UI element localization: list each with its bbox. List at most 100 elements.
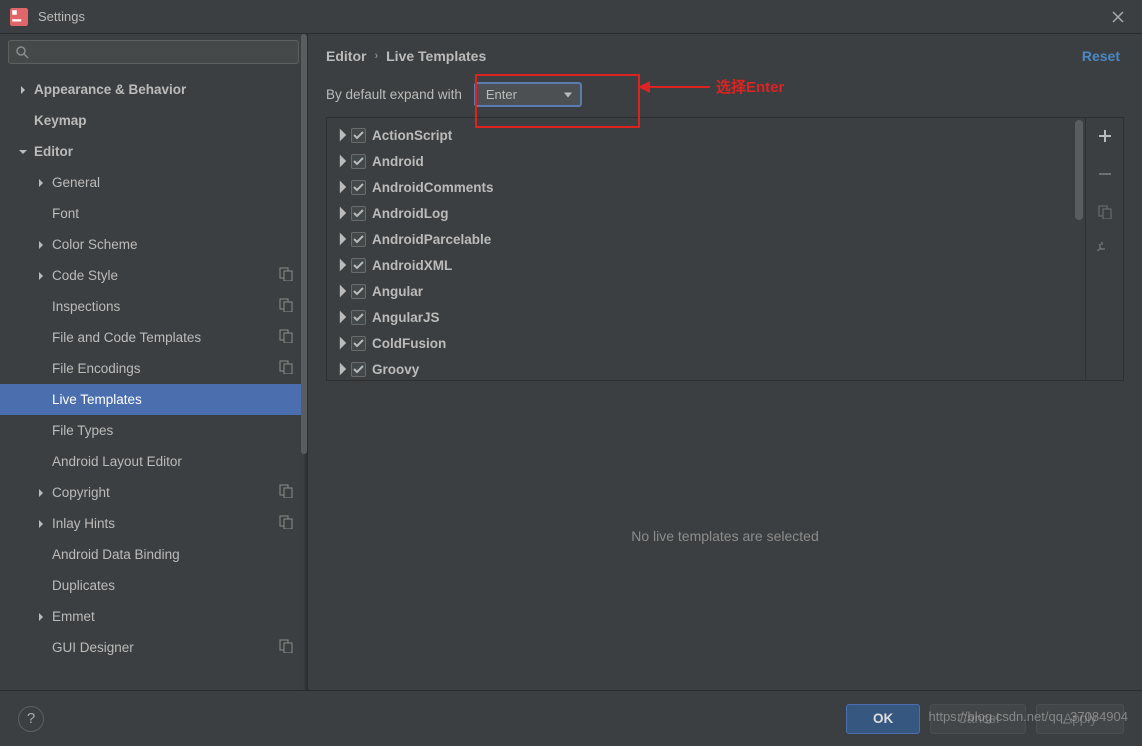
scheme-copy-icon	[279, 298, 293, 315]
sidebar: Appearance & Behavior Keymap Editor General…	[0, 34, 308, 690]
template-group-label: ActionScript	[372, 128, 452, 143]
settings-tree[interactable]: Appearance & Behavior Keymap Editor General…	[0, 70, 307, 690]
tree-label: Duplicates	[52, 578, 307, 593]
sidebar-item-code-style[interactable]: Code Style	[0, 260, 307, 291]
scheme-copy-icon	[279, 267, 293, 284]
tree-arrow-icon	[335, 361, 351, 377]
template-group-label: Angular	[372, 284, 423, 299]
search-input-wrap[interactable]	[8, 40, 299, 64]
checkbox[interactable]	[351, 180, 366, 195]
tree-label: Editor	[34, 144, 307, 159]
breadcrumb-leaf: Live Templates	[386, 48, 486, 64]
checkbox[interactable]	[351, 154, 366, 169]
template-group-label: AndroidComments	[372, 180, 494, 195]
checkbox[interactable]	[351, 362, 366, 377]
template-group-androidcomments[interactable]: AndroidComments	[329, 174, 1083, 200]
sidebar-item-file-encodings[interactable]: File Encodings	[0, 353, 307, 384]
tree-arrow-icon	[335, 205, 351, 221]
expand-dropdown[interactable]: Enter	[474, 82, 582, 107]
template-group-coldfusion[interactable]: ColdFusion	[329, 330, 1083, 356]
template-group-groovy[interactable]: Groovy	[329, 356, 1083, 380]
tree-arrow-icon	[335, 231, 351, 247]
template-group-label: Android	[372, 154, 424, 169]
tree-label: Inspections	[52, 299, 279, 314]
checkbox[interactable]	[351, 258, 366, 273]
tree-arrow-icon	[335, 257, 351, 273]
sidebar-item-keymap[interactable]: Keymap	[0, 105, 307, 136]
button-bar: ? OK Cancel Apply	[0, 690, 1142, 746]
sidebar-item-duplicates[interactable]: Duplicates	[0, 570, 307, 601]
template-group-actionscript[interactable]: ActionScript	[329, 122, 1083, 148]
tree-arrow-icon	[335, 127, 351, 143]
tree-label: General	[52, 175, 307, 190]
tree-arrow-icon	[34, 240, 48, 250]
scheme-copy-icon	[279, 639, 293, 656]
template-group-androidlog[interactable]: AndroidLog	[329, 200, 1083, 226]
checkbox[interactable]	[351, 284, 366, 299]
sidebar-item-appearance-behavior[interactable]: Appearance & Behavior	[0, 74, 307, 105]
sidebar-item-android-layout-editor[interactable]: Android Layout Editor	[0, 446, 307, 477]
template-group-label: AndroidParcelable	[372, 232, 491, 247]
tree-label: Live Templates	[52, 392, 307, 407]
tree-label: Keymap	[34, 113, 307, 128]
sidebar-item-gui-designer[interactable]: GUI Designer	[0, 632, 307, 663]
search-bar	[0, 34, 307, 70]
sidebar-item-file-types[interactable]: File Types	[0, 415, 307, 446]
template-group-label: ColdFusion	[372, 336, 446, 351]
template-group-angular[interactable]: Angular	[329, 278, 1083, 304]
template-group-android[interactable]: Android	[329, 148, 1083, 174]
scheme-copy-icon	[279, 484, 293, 501]
sidebar-item-live-templates[interactable]: Live Templates	[0, 384, 307, 415]
tree-arrow-icon	[34, 178, 48, 188]
side-toolbar	[1085, 118, 1123, 380]
tree-arrow-icon	[335, 179, 351, 195]
sidebar-item-inspections[interactable]: Inspections	[0, 291, 307, 322]
template-list[interactable]: ActionScript Android AndroidComments Androi…	[327, 118, 1085, 380]
tree-label: Font	[52, 206, 307, 221]
checkbox[interactable]	[351, 310, 366, 325]
copy-button	[1093, 200, 1117, 224]
tree-label: Color Scheme	[52, 237, 307, 252]
tree-arrow-icon	[335, 335, 351, 351]
app-icon	[10, 8, 28, 26]
sidebar-item-copyright[interactable]: Copyright	[0, 477, 307, 508]
ok-button[interactable]: OK	[846, 704, 920, 734]
scheme-copy-icon	[279, 515, 293, 532]
tree-arrow-icon	[16, 147, 30, 157]
sidebar-item-color-scheme[interactable]: Color Scheme	[0, 229, 307, 260]
sidebar-item-general[interactable]: General	[0, 167, 307, 198]
sidebar-item-android-data-binding[interactable]: Android Data Binding	[0, 539, 307, 570]
empty-preview-text: No live templates are selected	[631, 528, 819, 544]
tree-arrow-icon	[335, 153, 351, 169]
sidebar-item-file-and-code-templates[interactable]: File and Code Templates	[0, 322, 307, 353]
tree-arrow-icon	[16, 85, 30, 95]
sidebar-item-inlay-hints[interactable]: Inlay Hints	[0, 508, 307, 539]
sidebar-item-editor[interactable]: Editor	[0, 136, 307, 167]
checkbox[interactable]	[351, 128, 366, 143]
checkbox[interactable]	[351, 206, 366, 221]
template-group-label: AndroidLog	[372, 206, 448, 221]
search-input[interactable]	[33, 45, 292, 59]
help-button[interactable]: ?	[18, 706, 44, 732]
reset-link[interactable]: Reset	[1082, 48, 1120, 64]
template-group-androidxml[interactable]: AndroidXML	[329, 252, 1083, 278]
search-icon	[15, 45, 29, 59]
template-group-angularjs[interactable]: AngularJS	[329, 304, 1083, 330]
template-group-label: Groovy	[372, 362, 419, 377]
tree-arrow-icon	[335, 309, 351, 325]
checkbox[interactable]	[351, 336, 366, 351]
tree-label: Code Style	[52, 268, 279, 283]
revert-button	[1093, 238, 1117, 262]
tree-arrow-icon	[34, 519, 48, 529]
expand-row: By default expand with Enter	[326, 82, 1124, 107]
tree-arrow-icon	[34, 271, 48, 281]
checkbox[interactable]	[351, 232, 366, 247]
tree-label: Android Data Binding	[52, 547, 307, 562]
sidebar-item-emmet[interactable]: Emmet	[0, 601, 307, 632]
template-group-androidparcelable[interactable]: AndroidParcelable	[329, 226, 1083, 252]
close-button[interactable]	[1104, 3, 1132, 31]
add-button[interactable]	[1093, 124, 1117, 148]
sidebar-item-font[interactable]: Font	[0, 198, 307, 229]
scrollbar[interactable]	[1075, 120, 1083, 220]
tree-label: Android Layout Editor	[52, 454, 307, 469]
